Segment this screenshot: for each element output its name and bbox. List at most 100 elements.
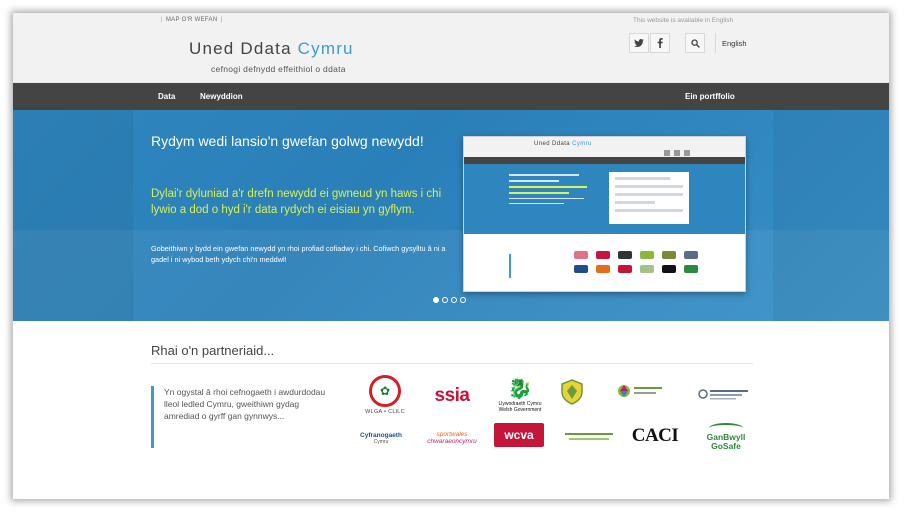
screenshot-logo: Uned Ddata Cymru [534, 141, 592, 147]
carousel-dot[interactable] [442, 297, 448, 303]
screenshot-line [509, 192, 569, 194]
site-header: | MAP O'R WEFAN | This website is availabl… [13, 13, 889, 83]
hero-background-texture [13, 230, 889, 321]
divider [151, 363, 753, 364]
hero-body-text: Gobeithiwn y bydd ein gwefan newydd yn r… [151, 244, 446, 264]
cyfranogaeth-logo-text: Cyfranogaeth [360, 431, 402, 439]
sitemap-label[interactable]: MAP O'R WEFAN [166, 17, 218, 23]
search-button[interactable] [685, 33, 705, 53]
dragon-icon: 🐉 [507, 378, 533, 400]
partner-emblem-icon [565, 433, 613, 440]
partners-heading: Rhai o'n partneriaid... [151, 343, 275, 358]
language-notice: This website is available in English [633, 17, 734, 24]
screenshot-line [509, 174, 579, 176]
cyfranogaeth-logo-subtext: Cymru [373, 438, 389, 445]
screenshot-nav [464, 157, 745, 164]
hero-carousel: Rydym wedi lansio'n gwefan golwg newydd!… [13, 110, 889, 321]
hero-heading: Rydym wedi lansio'n gwefan golwg newydd! [151, 133, 424, 149]
nav-item-data[interactable]: Data [158, 83, 175, 110]
sitemap-link[interactable]: | MAP O'R WEFAN | [158, 17, 225, 23]
screenshot-partner-logos [574, 251, 704, 281]
carousel-dot[interactable] [460, 297, 466, 303]
partner-logo[interactable] [616, 381, 666, 401]
language-toggle[interactable]: English [715, 33, 753, 53]
screenshot-icon [684, 150, 690, 156]
screenshot-line [509, 180, 559, 182]
screenshot-line [509, 203, 564, 204]
gosafe-logo[interactable]: GanBwyll GoSafe [703, 416, 749, 458]
carousel-indicators [433, 297, 466, 305]
cyfranogaeth-logo[interactable]: Cyfranogaeth Cymru [355, 427, 407, 449]
screenshot-form [609, 172, 689, 224]
twitter-icon [634, 38, 644, 47]
facebook-icon [657, 38, 663, 48]
partner-emblem-icon [618, 385, 662, 397]
sport-wales-logo[interactable]: sportwales chwaraeoncymru [425, 427, 479, 449]
wlga-logo-text: WLGA • CLlLC [365, 409, 405, 415]
screenshot-line [509, 186, 587, 188]
screenshot-header: Uned Ddata Cymru [464, 137, 745, 157]
screenshot-logo-mark [618, 251, 632, 259]
screenshot-field [615, 209, 683, 212]
logo-text: Uned Ddata [189, 39, 298, 58]
site-logo[interactable]: Uned Ddata Cymru [189, 39, 354, 59]
divider: | [220, 17, 223, 23]
screenshot-logo-accent: Cymru [572, 141, 592, 147]
ssia-logo[interactable]: ssia [428, 385, 476, 407]
screenshot-logo-mark [662, 251, 676, 259]
hero-background-texture [13, 110, 133, 321]
welsh-government-logo[interactable]: 🐉 Llywodraeth Cymru Welsh Government [497, 373, 543, 417]
partner-emblem-icon [698, 389, 748, 400]
wlga-badge: ✿ [369, 375, 401, 407]
screenshot-hero [464, 164, 745, 234]
partner-logo[interactable] [698, 387, 750, 401]
screenshot-logo-mark [574, 251, 588, 259]
screenshot-icon [674, 150, 680, 156]
carousel-dot[interactable] [433, 297, 439, 303]
screenshot-logo-mark [662, 265, 676, 273]
logo-text-accent: Cymru [297, 39, 354, 58]
partners-intro: Yn ogystal â rhoi cefnogaeth i awdurdoda… [151, 386, 331, 448]
wcva-logo[interactable]: wcva [494, 423, 544, 447]
screenshot-logo-mark [640, 265, 654, 273]
shield-icon [561, 379, 583, 405]
screenshot-logo-mark [574, 265, 588, 273]
screenshot-logo-mark [640, 251, 654, 259]
twitter-button[interactable] [629, 33, 649, 53]
screenshot-field [615, 193, 683, 196]
divider: | [161, 17, 163, 23]
screenshot-field [615, 177, 670, 180]
screenshot-logo-text: Uned Ddata [534, 141, 573, 147]
screenshot-logo-mark [596, 265, 610, 273]
hero-background-texture [773, 110, 889, 321]
search-icon [690, 38, 700, 48]
screenshot-logo-mark [684, 265, 698, 273]
screenshot-field [615, 185, 683, 188]
screenshot-logo-mark [618, 265, 632, 273]
screenshot-accent-bar [509, 254, 511, 278]
screenshot-field [615, 201, 655, 204]
carousel-dot[interactable] [451, 297, 457, 303]
partner-shield-logo[interactable] [561, 379, 583, 405]
browser-page: | MAP O'R WEFAN | This website is availabl… [13, 13, 889, 499]
screenshot-line [509, 198, 584, 199]
sport-wales-logo-text: sportwales [436, 431, 468, 438]
screenshot-icon [664, 150, 670, 156]
main-navigation: Data Newyddion Ein portffolio [13, 83, 889, 110]
nav-item-portfolio[interactable]: Ein portffolio [685, 83, 735, 110]
caci-logo[interactable]: CACI [631, 425, 679, 447]
nav-item-news[interactable]: Newyddion [200, 83, 243, 110]
welsh-government-logo-text: Llywodraeth Cymru Welsh Government [498, 401, 542, 413]
partner-logo[interactable] [565, 431, 615, 443]
screenshot-hero-text [509, 174, 589, 208]
wlga-logo[interactable]: ✿ WLGA • CLlLC [365, 373, 405, 417]
screenshot-icons [664, 143, 714, 156]
site-tagline: cefnogi defnydd effeithiol o ddata [211, 64, 346, 74]
sport-wales-logo-text-welsh: chwaraeoncymru [427, 438, 477, 445]
screenshot-logo-mark [684, 251, 698, 259]
gosafe-logo-text: GanBwyll GoSafe [706, 432, 746, 451]
facebook-button[interactable] [650, 33, 670, 53]
screenshot-logo-mark [596, 251, 610, 259]
website-screenshot-image: Uned Ddata Cymru [463, 136, 746, 292]
hero-subheading: Dylai'r dyluniad a'r drefn newydd ei gwn… [151, 188, 442, 216]
